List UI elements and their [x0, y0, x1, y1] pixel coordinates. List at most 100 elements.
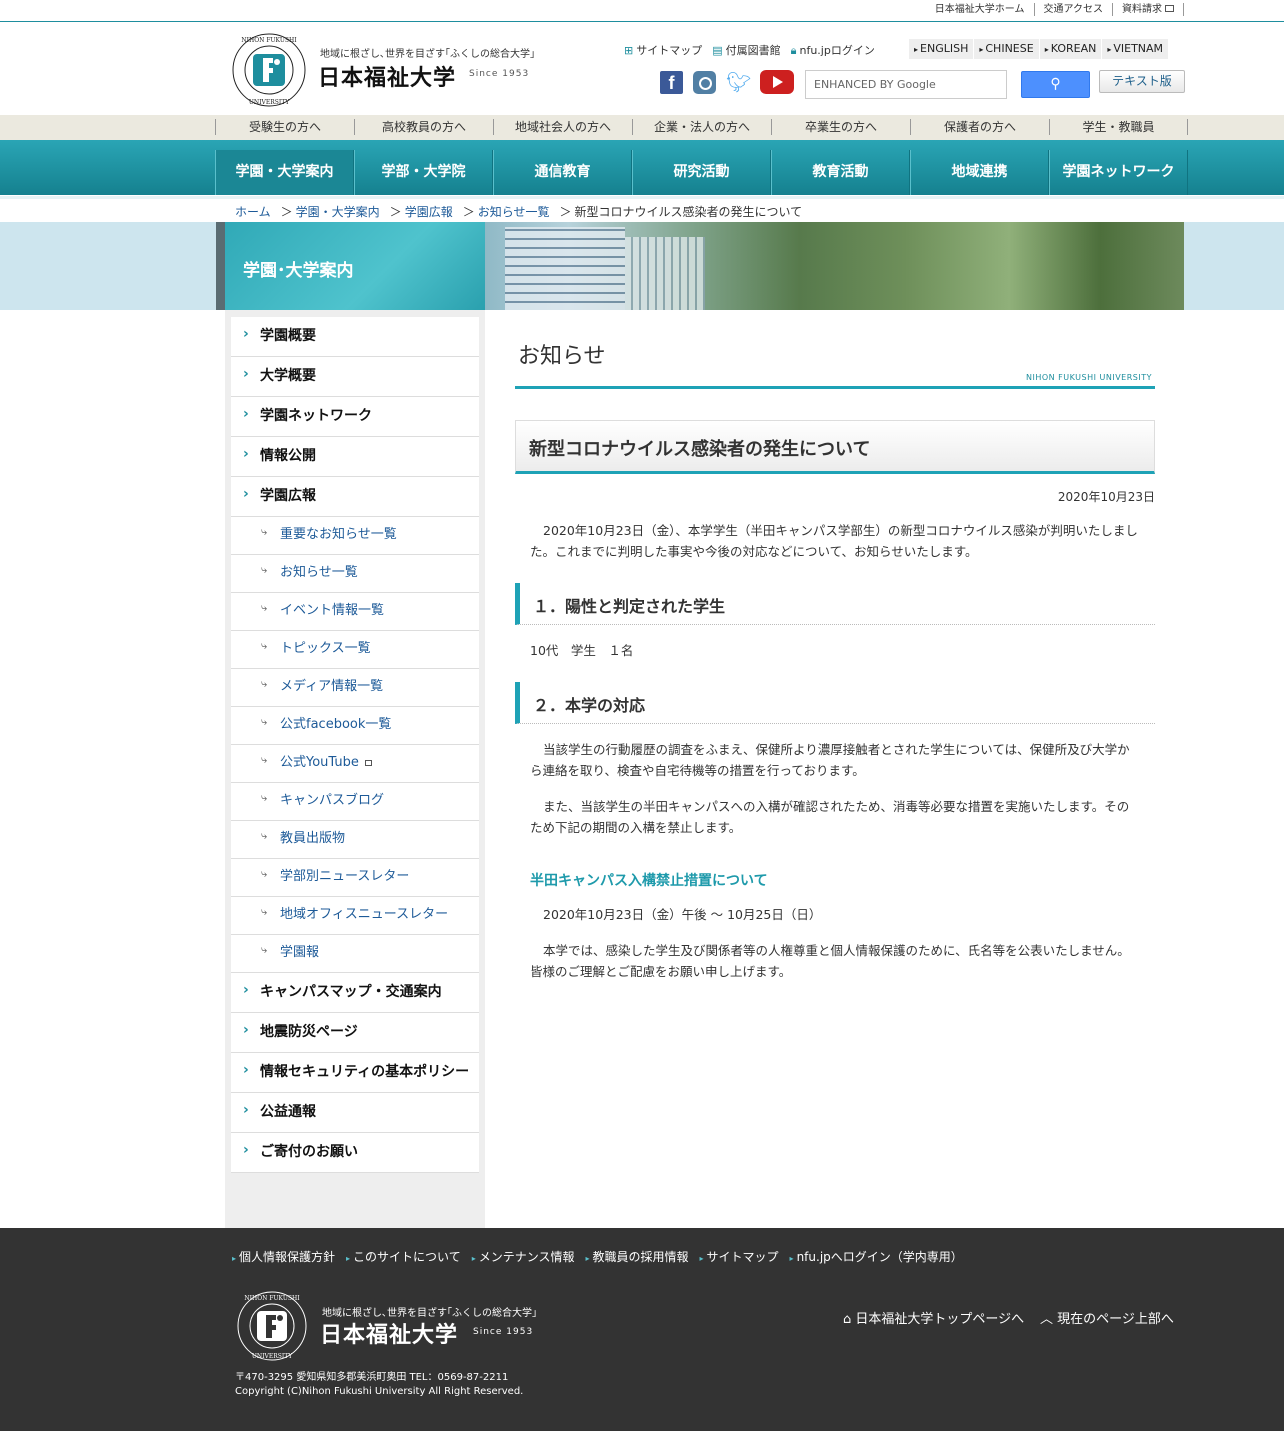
- breadcrumb-separator: ＞: [280, 205, 293, 219]
- sidebar-item-university[interactable]: 大学概要: [231, 355, 479, 397]
- article-title: 新型コロナウイルス感染者の発生について: [515, 420, 1155, 474]
- article-intro: 2020年10月23日（金）、本学学生（半田キャンパス学部生）の新型コロナウイル…: [530, 523, 1138, 559]
- gnav-network[interactable]: 学園ネットワーク: [1049, 150, 1188, 195]
- audience-parents[interactable]: 保護者の方へ: [910, 119, 1049, 135]
- language-switcher: ENGLISH CHINESE KOREAN VIETNAM: [908, 39, 1169, 59]
- gnav-about[interactable]: 学園・大学案内: [215, 150, 354, 195]
- footer-links: 個人情報保護方針 このサイトについて メンテナンス情報 教職員の採用情報 サイト…: [232, 1248, 974, 1265]
- sitemap-link[interactable]: ⊞ サイトマップ: [624, 42, 702, 58]
- page-title: お知らせ: [518, 344, 606, 369]
- sidebar-item-security-policy[interactable]: 情報セキュリティの基本ポリシー: [231, 1051, 479, 1093]
- footer-link-maintenance[interactable]: メンテナンス情報: [472, 1248, 575, 1265]
- svg-text:NIHON FUKUSHI: NIHON FUKUSHI: [241, 37, 297, 44]
- book-icon: ▤: [712, 44, 723, 57]
- audience-hs-teachers[interactable]: 高校教員の方へ: [354, 119, 493, 135]
- svg-text:UNIVERSITY: UNIVERSITY: [249, 99, 290, 106]
- util-link-access[interactable]: 交通アクセス: [1035, 3, 1113, 16]
- university-seal-logo[interactable]: NIHON FUKUSHI UNIVERSITY: [231, 32, 307, 108]
- search-icon: ⚲: [1050, 76, 1061, 92]
- sidebar-subitem-faculty-newsletter[interactable]: 学部別ニュースレター: [231, 856, 479, 897]
- audience-companies[interactable]: 企業・法人の方へ: [632, 119, 771, 135]
- sidebar-item-donation[interactable]: ご寄付のお願い: [231, 1131, 479, 1173]
- sidebar-item-whistleblowing[interactable]: 公益通報: [231, 1091, 479, 1133]
- response-paragraph-1: 当該学生の行動履歴の調査をふまえ、保健所より濃厚接触者とされた学生については、保…: [530, 742, 1130, 778]
- breadcrumb-news[interactable]: お知らせ一覧: [478, 203, 550, 220]
- sidebar-subitem-news[interactable]: お知らせ一覧: [231, 552, 479, 593]
- sidebar-subitem-events[interactable]: イベント情報一覧: [231, 590, 479, 631]
- sidebar-item-overview[interactable]: 学園概要: [231, 315, 479, 357]
- sidebar-subitem-youtube[interactable]: 公式YouTube: [231, 742, 479, 783]
- gnav-faculties[interactable]: 学部・大学院: [354, 150, 493, 195]
- external-link-icon: [364, 760, 372, 766]
- footer-top-page-link[interactable]: ⌂ 日本福祉大学トップページへ: [843, 1308, 1024, 1327]
- gnav-distance[interactable]: 通信教育: [493, 150, 632, 195]
- twitter-icon[interactable]: 🐦︎: [726, 71, 751, 93]
- library-link[interactable]: ▤ 付属図書館: [712, 42, 780, 58]
- sidebar-subitem-gakuenpo[interactable]: 学園報: [231, 932, 479, 973]
- page-subtitle: NIHON FUKUSHI UNIVERSITY: [1025, 373, 1152, 382]
- lang-vietnam[interactable]: VIETNAM: [1101, 39, 1168, 59]
- sidebar-item-network[interactable]: 学園ネットワーク: [231, 395, 479, 437]
- sidebar-item-earthquake[interactable]: 地震防災ページ: [231, 1011, 479, 1053]
- youtube-icon[interactable]: [760, 70, 794, 94]
- home-icon: ⌂: [843, 1312, 856, 1327]
- site-footer: 個人情報保護方針 このサイトについて メンテナンス情報 教職員の採用情報 サイト…: [0, 1228, 1284, 1431]
- sidebar-subitem-publications[interactable]: 教員出版物: [231, 818, 479, 859]
- utility-bar: 日本福祉大学ホーム 交通アクセス 資料請求: [0, 0, 1284, 22]
- lock-icon: 🔒︎: [790, 44, 797, 57]
- footer-address: 〒470-3295 愛知県知多郡美浜町奥田 TEL：0569-87-2211: [235, 1372, 509, 1383]
- gnav-research[interactable]: 研究活動: [632, 150, 771, 195]
- breadcrumb-about[interactable]: 学園・大学案内: [296, 203, 380, 220]
- gnav-education[interactable]: 教育活動: [771, 150, 910, 195]
- sidebar: 学園概要 大学概要 学園ネットワーク 情報公開 学園広報 重要なお知らせ一覧 お…: [225, 310, 485, 1228]
- util-link-request[interactable]: 資料請求: [1113, 3, 1184, 16]
- page-top-link[interactable]: ︿ 現在のページ上部へ: [1040, 1308, 1174, 1327]
- lang-chinese[interactable]: CHINESE: [973, 39, 1038, 59]
- header-links: ⊞ サイトマップ ▤ 付属図書館 🔒︎ nfu.jpログイン: [624, 42, 875, 58]
- breadcrumb-pr[interactable]: 学園広報: [405, 203, 453, 220]
- search-input[interactable]: ENHANCED BY Google: [805, 70, 1007, 99]
- sidebar-item-campus-map[interactable]: キャンパスマップ・交通案内: [231, 971, 479, 1013]
- university-name[interactable]: 日本福祉大学: [318, 60, 456, 92]
- svg-text:NIHON FUKUSHI: NIHON FUKUSHI: [244, 1295, 300, 1302]
- sidebar-item-disclosure[interactable]: 情報公開: [231, 435, 479, 477]
- breadcrumb-home[interactable]: ホーム: [235, 203, 271, 220]
- sidebar-subitem-facebook[interactable]: 公式facebook一覧: [231, 704, 479, 745]
- section-body-positive: 10代 学生 １名: [530, 643, 634, 658]
- sidebar-subitem-blog[interactable]: キャンパスブログ: [231, 780, 479, 821]
- audience-applicants[interactable]: 受験生の方へ: [215, 119, 354, 135]
- facebook-icon[interactable]: f: [660, 70, 683, 94]
- breadcrumb-current: 新型コロナウイルス感染者の発生について: [574, 205, 803, 219]
- title-underline: [515, 386, 1155, 389]
- footer-link-about-site[interactable]: このサイトについて: [346, 1248, 461, 1265]
- footer-link-sitemap[interactable]: サイトマップ: [700, 1248, 779, 1265]
- lang-english[interactable]: ENGLISH: [908, 39, 973, 59]
- util-link-home[interactable]: 日本福祉大学ホーム: [926, 3, 1035, 16]
- campus-photo: [485, 222, 1184, 310]
- sidebar-nav: 学園概要 大学概要 学園ネットワーク 情報公開 学園広報 重要なお知らせ一覧 お…: [231, 315, 479, 1173]
- closing-paragraph: 本学では、感染した学生及び関係者等の人権尊重と個人情報保護のために、氏名等を公表…: [530, 943, 1130, 979]
- audience-alumni[interactable]: 卒業生の方へ: [771, 119, 910, 135]
- section-title: 学園･大学案内: [216, 222, 485, 310]
- site-header: NIHON FUKUSHI UNIVERSITY 地域に根ざし､世界を目ざす｢ふ…: [0, 22, 1284, 115]
- sidebar-subitem-important[interactable]: 重要なお知らせ一覧: [231, 514, 479, 555]
- footer-link-nfu-login[interactable]: nfu.jpへログイン（学内専用）: [790, 1248, 963, 1265]
- audience-students-staff[interactable]: 学生・教職員: [1049, 119, 1188, 135]
- nfu-login-link[interactable]: 🔒︎ nfu.jpログイン: [791, 42, 875, 58]
- text-version-button[interactable]: テキスト版: [1099, 70, 1185, 93]
- audience-community[interactable]: 地域社会人の方へ: [493, 119, 632, 135]
- lang-korean[interactable]: KOREAN: [1038, 39, 1102, 59]
- footer-link-privacy[interactable]: 個人情報保護方針: [232, 1248, 335, 1265]
- footer-since: Since 1953: [473, 1327, 534, 1337]
- footer-link-recruit[interactable]: 教職員の採用情報: [585, 1248, 689, 1265]
- handa-period: 2020年10月23日（金）午後 〜 10月25日（日）: [543, 907, 822, 922]
- sidebar-item-pr[interactable]: 学園広報: [231, 475, 479, 517]
- sidebar-subitem-office-newsletter[interactable]: 地域オフィスニュースレター: [231, 894, 479, 935]
- sidebar-subitem-topics[interactable]: トピックス一覧: [231, 628, 479, 669]
- gnav-community[interactable]: 地域連携: [910, 150, 1049, 195]
- instagram-icon[interactable]: [693, 70, 716, 94]
- since-label: Since 1953: [469, 69, 530, 79]
- breadcrumb-separator: ＞: [559, 205, 572, 219]
- sidebar-subitem-media[interactable]: メディア情報一覧: [231, 666, 479, 707]
- search-button[interactable]: ⚲: [1021, 71, 1090, 98]
